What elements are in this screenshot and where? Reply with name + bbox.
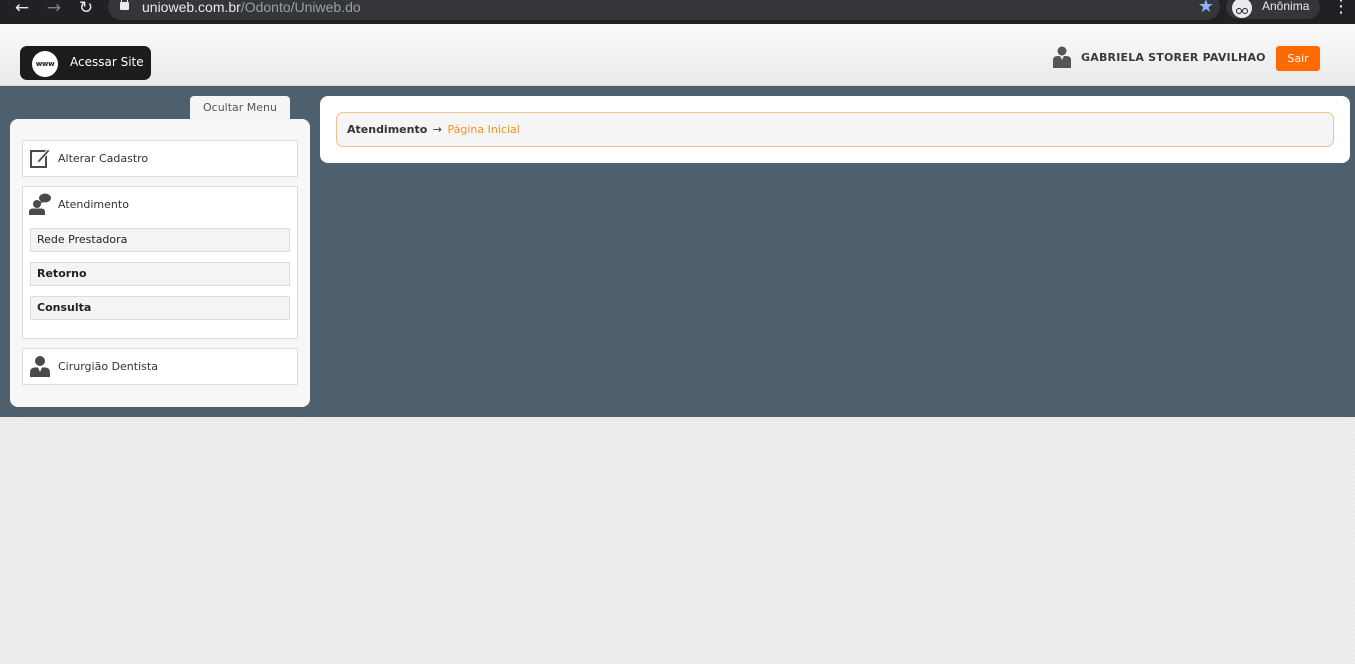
edit-icon [30, 148, 51, 168]
dentist-icon [30, 356, 50, 377]
menu-box-alterar-cadastro: Alterar Cadastro [22, 140, 298, 177]
user-name: GABRIELA STORER PAVILHAO [1081, 51, 1266, 64]
submenu-item-retorno[interactable]: Retorno [30, 262, 290, 286]
user-icon [1053, 46, 1071, 68]
access-site-label: Acessar Site [70, 55, 144, 69]
address-bar[interactable]: unioweb.com.br/Odonto/Uniweb.do ★ [108, 0, 1220, 20]
address-url[interactable]: unioweb.com.br/Odonto/Uniweb.do [142, 0, 361, 16]
breadcrumb-current-link[interactable]: Página Inicial [448, 123, 520, 136]
bookmark-star-icon[interactable]: ★ [1198, 0, 1214, 17]
breadcrumb: Atendimento → Página Inicial [336, 112, 1334, 147]
url-host: unioweb.com.br [142, 0, 241, 15]
submenu-item-consulta[interactable]: Consulta [30, 296, 290, 320]
browser-menu-icon[interactable]: ⋮ [1332, 0, 1350, 17]
incognito-profile-chip[interactable]: Anônima [1226, 0, 1320, 19]
breadcrumb-separator: → [432, 123, 442, 136]
submenu-item-rede-prestadora[interactable]: Rede Prestadora [30, 228, 290, 252]
browser-toolbar: ← → ↻ unioweb.com.br/Odonto/Uniweb.do ★ … [0, 0, 1355, 24]
url-path: /Odonto/Uniweb.do [240, 0, 361, 15]
site-header: www Acessar Site GABRIELA STORER PAVILHA… [0, 24, 1355, 86]
sidebar-item-label: Cirurgião Dentista [58, 360, 158, 373]
sidebar-item-label: Atendimento [58, 198, 129, 211]
sidebar-item-alterar-cadastro[interactable]: Alterar Cadastro [23, 141, 297, 175]
main-area: Ocultar Menu Alterar Cadastro Atendiment… [0, 86, 1355, 417]
menu-box-atendimento: Atendimento Rede Prestadora Retorno Cons… [22, 186, 298, 339]
sidebar-item-cirurgiao-dentista[interactable]: Cirurgião Dentista [23, 349, 297, 383]
lock-icon [120, 0, 129, 10]
access-site-button[interactable]: www Acessar Site [20, 46, 151, 80]
sidebar-item-atendimento[interactable]: Atendimento [23, 187, 297, 221]
www-globe-icon: www [32, 51, 58, 77]
menu-box-cirurgiao-dentista: Cirurgião Dentista [22, 348, 298, 385]
back-arrow-icon[interactable]: ← [12, 0, 32, 18]
content-panel: Atendimento → Página Inicial [320, 96, 1350, 163]
reload-icon[interactable]: ↻ [76, 0, 96, 18]
profile-label: Anônima [1262, 0, 1310, 13]
hide-menu-tab[interactable]: Ocultar Menu [190, 96, 290, 120]
incognito-icon [1232, 0, 1252, 18]
support-person-icon [29, 193, 51, 215]
sidebar-item-label: Alterar Cadastro [58, 152, 149, 165]
sidebar-menu: Alterar Cadastro Atendimento Rede Presta… [10, 119, 310, 407]
breadcrumb-root: Atendimento [347, 123, 428, 136]
forward-arrow-icon[interactable]: → [44, 0, 64, 18]
logout-button[interactable]: Sair [1276, 46, 1320, 71]
